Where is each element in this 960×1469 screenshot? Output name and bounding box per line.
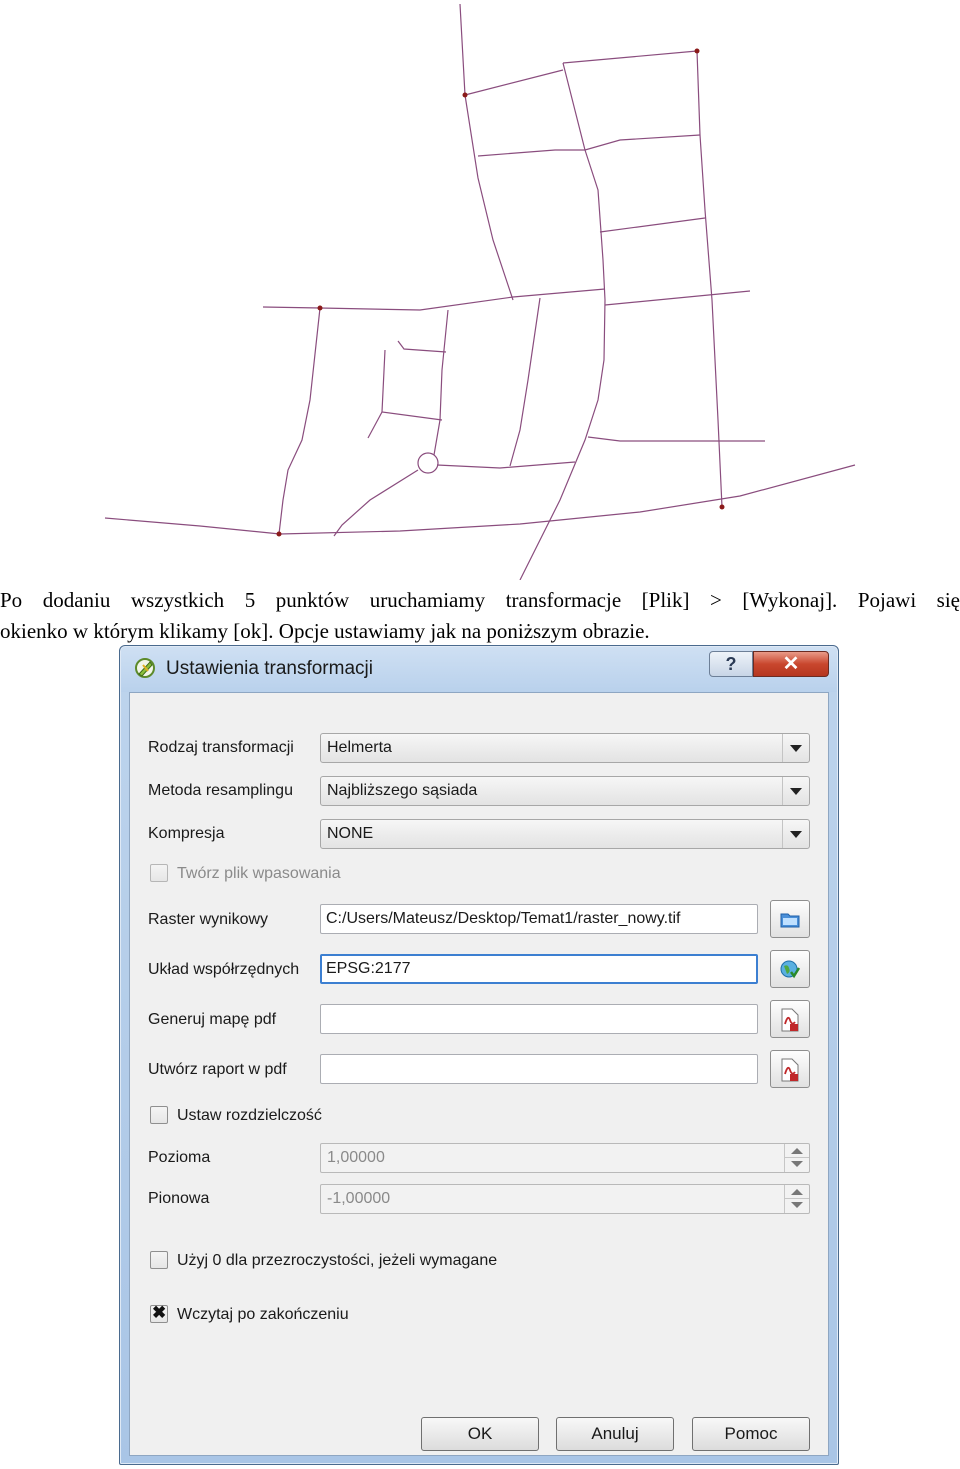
transparency-checkbox[interactable]: [150, 1251, 168, 1269]
paragraph-line-2: okienko w którym klikamy [ok]. Opcje ust…: [0, 619, 650, 643]
resampling-value: Najbliższego sąsiada: [327, 782, 478, 799]
compression-combobox[interactable]: NONE: [320, 819, 810, 849]
output-raster-value: C:/Users/Mateusz/Desktop/Temat1/raster_n…: [326, 910, 681, 927]
control-point: [462, 92, 468, 98]
map-road: [696, 50, 723, 508]
set-resolution-checkbox[interactable]: [150, 1106, 168, 1124]
compression-label: Kompresja: [148, 825, 225, 842]
control-point: [276, 531, 282, 537]
map-road: [464, 69, 564, 96]
help-title-button[interactable]: ?: [709, 651, 753, 677]
chevron-down-icon[interactable]: [782, 820, 809, 848]
roundabout: [417, 452, 439, 474]
horizontal-spinbox[interactable]: 1,00000: [320, 1143, 810, 1173]
arrow-up-icon[interactable]: [791, 1148, 803, 1154]
horizontal-label: Pozioma: [148, 1149, 211, 1166]
transform-type-value: Helmerta: [327, 739, 392, 756]
qgis-app-icon: [135, 658, 155, 678]
select-crs-button[interactable]: [770, 950, 810, 988]
cancel-button[interactable]: Anuluj: [556, 1417, 674, 1451]
map-road: [599, 217, 706, 233]
dialog-title: Ustawienia transformacji: [166, 658, 373, 679]
horizontal-value: 1,00000: [327, 1149, 385, 1166]
dialog-titlebar[interactable]: Ustawienia transformacji ? ✕: [120, 646, 838, 692]
vertical-label: Pionowa: [148, 1190, 210, 1207]
chevron-down-icon[interactable]: [782, 734, 809, 762]
map-road: [104, 464, 856, 535]
pdf-map-label: Generuj mapę pdf: [148, 1011, 277, 1028]
pdf-report-label: Utwórz raport w pdf: [148, 1061, 287, 1078]
pdf-map-field[interactable]: [320, 1004, 758, 1034]
pdf-file-icon: [781, 1008, 799, 1032]
map-road: [477, 134, 701, 157]
resampling-combobox[interactable]: Najbliższego sąsiada: [320, 776, 810, 806]
arrow-up-icon[interactable]: [791, 1189, 803, 1195]
vertical-value: -1,00000: [327, 1190, 391, 1207]
control-point: [719, 504, 725, 510]
transform-type-label: Rodzaj transformacji: [148, 739, 294, 756]
help-button[interactable]: Pomoc: [692, 1417, 810, 1451]
chevron-down-icon[interactable]: [782, 777, 809, 805]
output-raster-label: Raster wynikowy: [148, 911, 269, 928]
map-road: [278, 307, 321, 535]
map-road: [459, 3, 514, 301]
transparency-label: Użyj 0 dla przezroczystości, jeżeli wyma…: [177, 1252, 498, 1269]
map-road: [519, 62, 606, 580]
pdf-report-browse-button[interactable]: [770, 1050, 810, 1088]
crs-label: Układ współrzędnych: [148, 961, 300, 978]
vertical-spinbox[interactable]: -1,00000: [320, 1184, 810, 1214]
ok-button[interactable]: OK: [421, 1417, 539, 1451]
resampling-label: Metoda resamplingu: [148, 782, 293, 799]
pdf-file-icon: [781, 1058, 799, 1082]
map-road: [262, 288, 606, 311]
map-road: [433, 309, 449, 456]
globe-icon: [780, 960, 801, 979]
compression-value: NONE: [327, 825, 374, 842]
set-resolution-label: Ustaw rozdzielczość: [177, 1107, 322, 1124]
map-road: [381, 349, 443, 421]
map-road: [397, 340, 447, 353]
output-raster-field[interactable]: C:/Users/Mateusz/Desktop/Temat1/raster_n…: [320, 904, 758, 934]
horizontal-stepper[interactable]: [784, 1144, 809, 1172]
load-after-label: Wczytaj po zakończeniu: [177, 1306, 349, 1323]
paragraph-line-1: Po dodaniu wszystkich 5 punktów uruchami…: [0, 588, 960, 612]
map-road: [587, 436, 765, 442]
map-road: [604, 290, 751, 306]
control-point: [317, 305, 323, 311]
instruction-paragraph: Po dodaniu wszystkich 5 punktów uruchami…: [0, 585, 960, 647]
transformation-settings-dialog: Ustawienia transformacji ? ✕ Rodzaj tran…: [119, 645, 839, 1465]
vertical-stepper[interactable]: [784, 1185, 809, 1213]
close-button[interactable]: ✕: [753, 651, 829, 677]
arrow-down-icon[interactable]: [791, 1202, 803, 1208]
map-road: [509, 297, 541, 467]
folder-icon: [780, 913, 800, 928]
pdf-report-field[interactable]: [320, 1054, 758, 1084]
arrow-down-icon[interactable]: [791, 1161, 803, 1167]
world-file-checkbox[interactable]: [150, 864, 168, 882]
map-road: [333, 469, 419, 537]
control-point: [694, 48, 700, 54]
map-road: [436, 461, 576, 469]
map-road: [562, 50, 698, 64]
checkmark-icon: ✖: [152, 1303, 167, 1322]
crs-value: EPSG:2177: [326, 960, 411, 977]
world-file-label: Twórz plik wpasowania: [177, 865, 341, 882]
map-road: [367, 411, 383, 439]
dialog-client-area: Rodzaj transformacji Helmerta Metoda res…: [129, 692, 829, 1456]
pdf-map-browse-button[interactable]: [770, 1000, 810, 1038]
transform-type-combobox[interactable]: Helmerta: [320, 733, 810, 763]
road-network-map: [104, 3, 856, 580]
crs-field[interactable]: EPSG:2177: [320, 954, 758, 984]
browse-folder-button[interactable]: [770, 900, 810, 938]
load-after-checkbox[interactable]: ✖: [150, 1303, 168, 1323]
